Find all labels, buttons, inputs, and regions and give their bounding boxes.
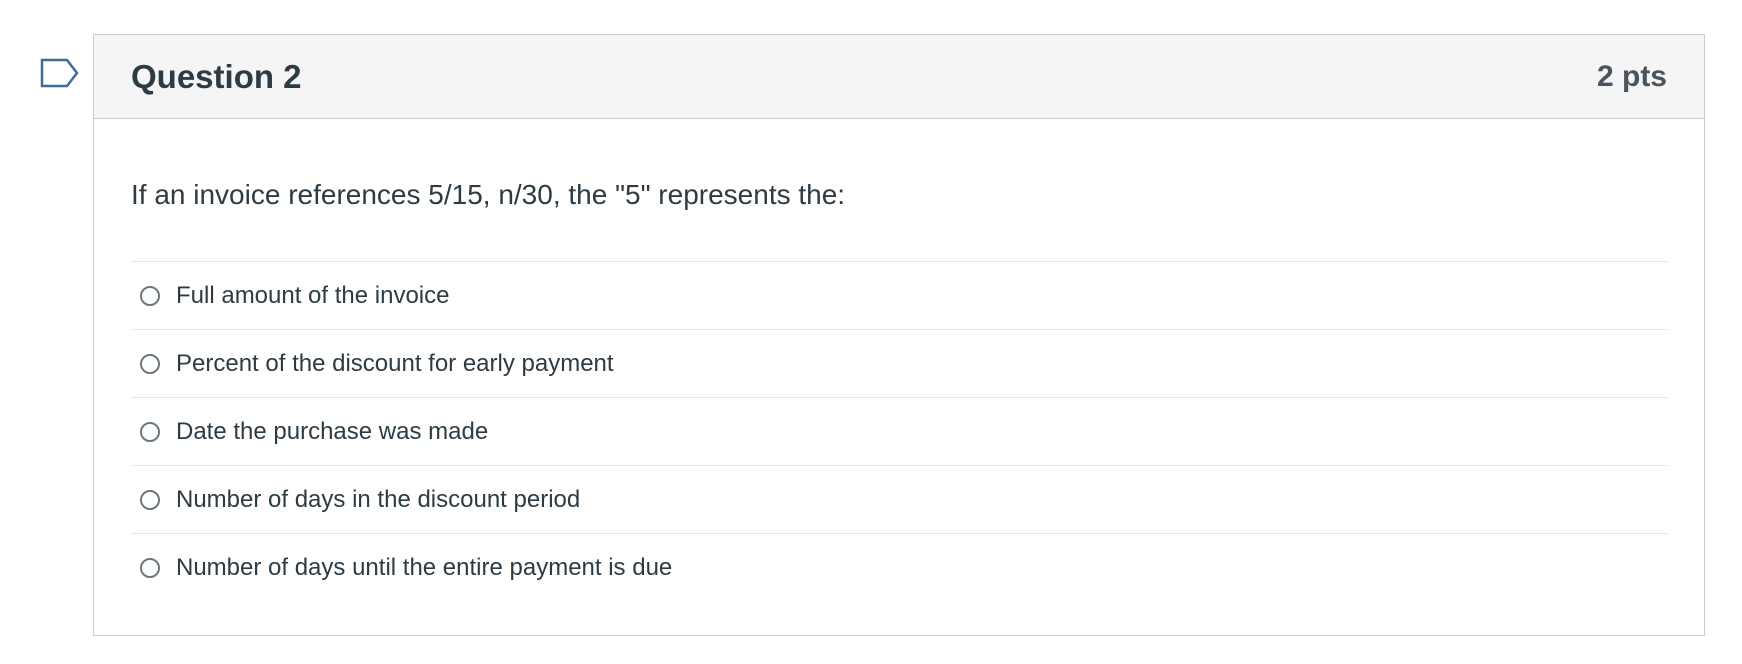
- question-body: If an invoice references 5/15, n/30, the…: [94, 119, 1704, 602]
- answer-option-1[interactable]: Full amount of the invoice: [131, 262, 1667, 330]
- answer-option-2[interactable]: Percent of the discount for early paymen…: [131, 330, 1667, 398]
- flag-question-icon[interactable]: [40, 58, 80, 90]
- radio-unchecked-icon[interactable]: [140, 489, 160, 510]
- radio-unchecked-icon[interactable]: [140, 558, 160, 578]
- answer-label[interactable]: Date the purchase was made: [176, 418, 488, 446]
- radio-unchecked-icon[interactable]: [140, 421, 160, 442]
- answer-list: Full amount of the invoice Percent of th…: [131, 261, 1667, 602]
- answer-option-4[interactable]: Number of days in the discount period: [131, 466, 1667, 534]
- question-card: Question 2 2 pts If an invoice reference…: [93, 34, 1705, 636]
- answer-label[interactable]: Number of days until the entire payment …: [176, 554, 672, 582]
- radio-unchecked-icon[interactable]: [140, 353, 160, 374]
- answer-option-3[interactable]: Date the purchase was made: [131, 398, 1667, 466]
- answer-label[interactable]: Number of days in the discount period: [176, 486, 580, 514]
- question-text: If an invoice references 5/15, n/30, the…: [131, 179, 846, 210]
- question-header: Question 2 2 pts: [94, 35, 1704, 119]
- question-title: Question 2: [131, 57, 302, 95]
- answer-label[interactable]: Percent of the discount for early paymen…: [176, 350, 614, 378]
- question-points: 2 pts: [1596, 59, 1667, 93]
- answer-option-5[interactable]: Number of days until the entire payment …: [131, 534, 1667, 602]
- answer-label[interactable]: Full amount of the invoice: [176, 282, 449, 310]
- radio-unchecked-icon[interactable]: [140, 285, 160, 306]
